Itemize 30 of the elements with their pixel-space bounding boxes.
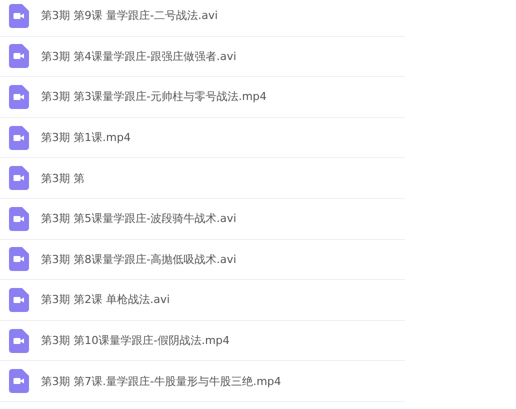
video-file-icon: [9, 247, 29, 272]
video-file-icon: [9, 369, 29, 394]
file-name: 第3期 第1课.mp4: [41, 130, 131, 146]
file-name: 第3期 第4课量学跟庄-跟强庄做强者.avi: [41, 48, 236, 64]
file-name: 第3期 第: [41, 170, 84, 186]
file-row[interactable]: 第3期 第5课量学跟庄-波段骑牛战术.avi: [0, 198, 405, 240]
file-row[interactable]: 第3期 第: [0, 158, 405, 199]
file-row[interactable]: 第3期 第2课 单枪战法.avi: [0, 280, 405, 321]
video-file-icon: [9, 126, 29, 150]
file-row[interactable]: 第3期 第7课.量学跟庄-牛股量形与牛股三绝.mp4: [0, 361, 405, 402]
file-row[interactable]: 第3期 第3课量学跟庄-元帅柱与零号战法.mp4: [0, 77, 405, 118]
file-row[interactable]: 第3期 第8课量学跟庄-高抛低吸战术.avi: [0, 240, 405, 280]
video-file-icon: [9, 4, 29, 28]
file-name: 第3期 第7课.量学跟庄-牛股量形与牛股三绝.mp4: [41, 374, 282, 389]
file-name: 第3期 第5课量学跟庄-波段骑牛战术.avi: [41, 211, 236, 226]
video-file-icon: [9, 206, 29, 231]
file-name: 第3期 第2课 单枪战法.avi: [41, 292, 170, 308]
file-row[interactable]: 第3期 第4课量学跟庄-跟强庄做强者.avi: [0, 36, 405, 78]
file-name: 第3期 第10课量学跟庄-假阴战法.mp4: [41, 333, 230, 348]
video-file-icon: [9, 84, 29, 109]
file-name: 第3期 第3课量学跟庄-元帅柱与零号战法.mp4: [41, 89, 267, 104]
file-name: 第3期 第9课 量学跟庄-二号战法.avi: [41, 8, 218, 24]
video-file-icon: [9, 288, 29, 312]
video-file-icon: [9, 166, 29, 190]
video-file-icon: [9, 44, 29, 68]
file-name: 第3期 第8课量学跟庄-高抛低吸战术.avi: [41, 252, 236, 267]
file-row[interactable]: 第3期 第9课 量学跟庄-二号战法.avi: [0, 0, 405, 37]
file-row[interactable]: 第3期 第1课.mp4: [0, 118, 405, 158]
video-file-icon: [9, 328, 29, 353]
file-row[interactable]: 第3期 第10课量学跟庄-假阴战法.mp4: [0, 320, 405, 362]
